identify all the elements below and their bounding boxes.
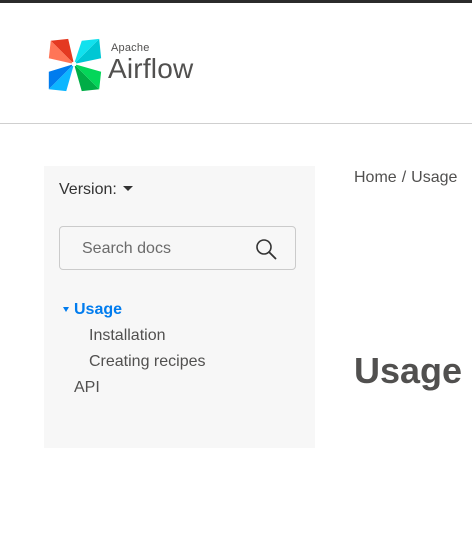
breadcrumb-separator: / xyxy=(401,169,407,186)
triangle-down-icon xyxy=(63,307,69,312)
docs-sidebar: Version: Usage Installation Creating rec… xyxy=(44,166,315,448)
airflow-logo-icon[interactable] xyxy=(43,33,105,95)
caret-down-icon xyxy=(122,185,133,191)
site-header: Apache Airflow xyxy=(0,3,472,124)
search-box xyxy=(59,226,296,271)
version-dropdown[interactable]: Version: xyxy=(59,181,133,199)
sidebar-item-api[interactable]: API xyxy=(74,379,100,397)
sidebar-item-usage[interactable]: Usage xyxy=(74,301,122,319)
brand-airflow-label[interactable]: Airflow xyxy=(108,53,193,85)
page-title: Usage xyxy=(354,350,463,391)
sidebar-item-creating-recipes[interactable]: Creating recipes xyxy=(89,353,206,371)
breadcrumb: Home / Usage xyxy=(354,169,457,187)
breadcrumb-current: Usage xyxy=(411,169,458,186)
sidebar-item-installation[interactable]: Installation xyxy=(89,327,166,345)
search-icon[interactable] xyxy=(255,238,277,260)
version-label: Version: xyxy=(59,181,117,198)
search-input[interactable] xyxy=(68,227,264,271)
breadcrumb-home-link[interactable]: Home xyxy=(354,169,397,186)
